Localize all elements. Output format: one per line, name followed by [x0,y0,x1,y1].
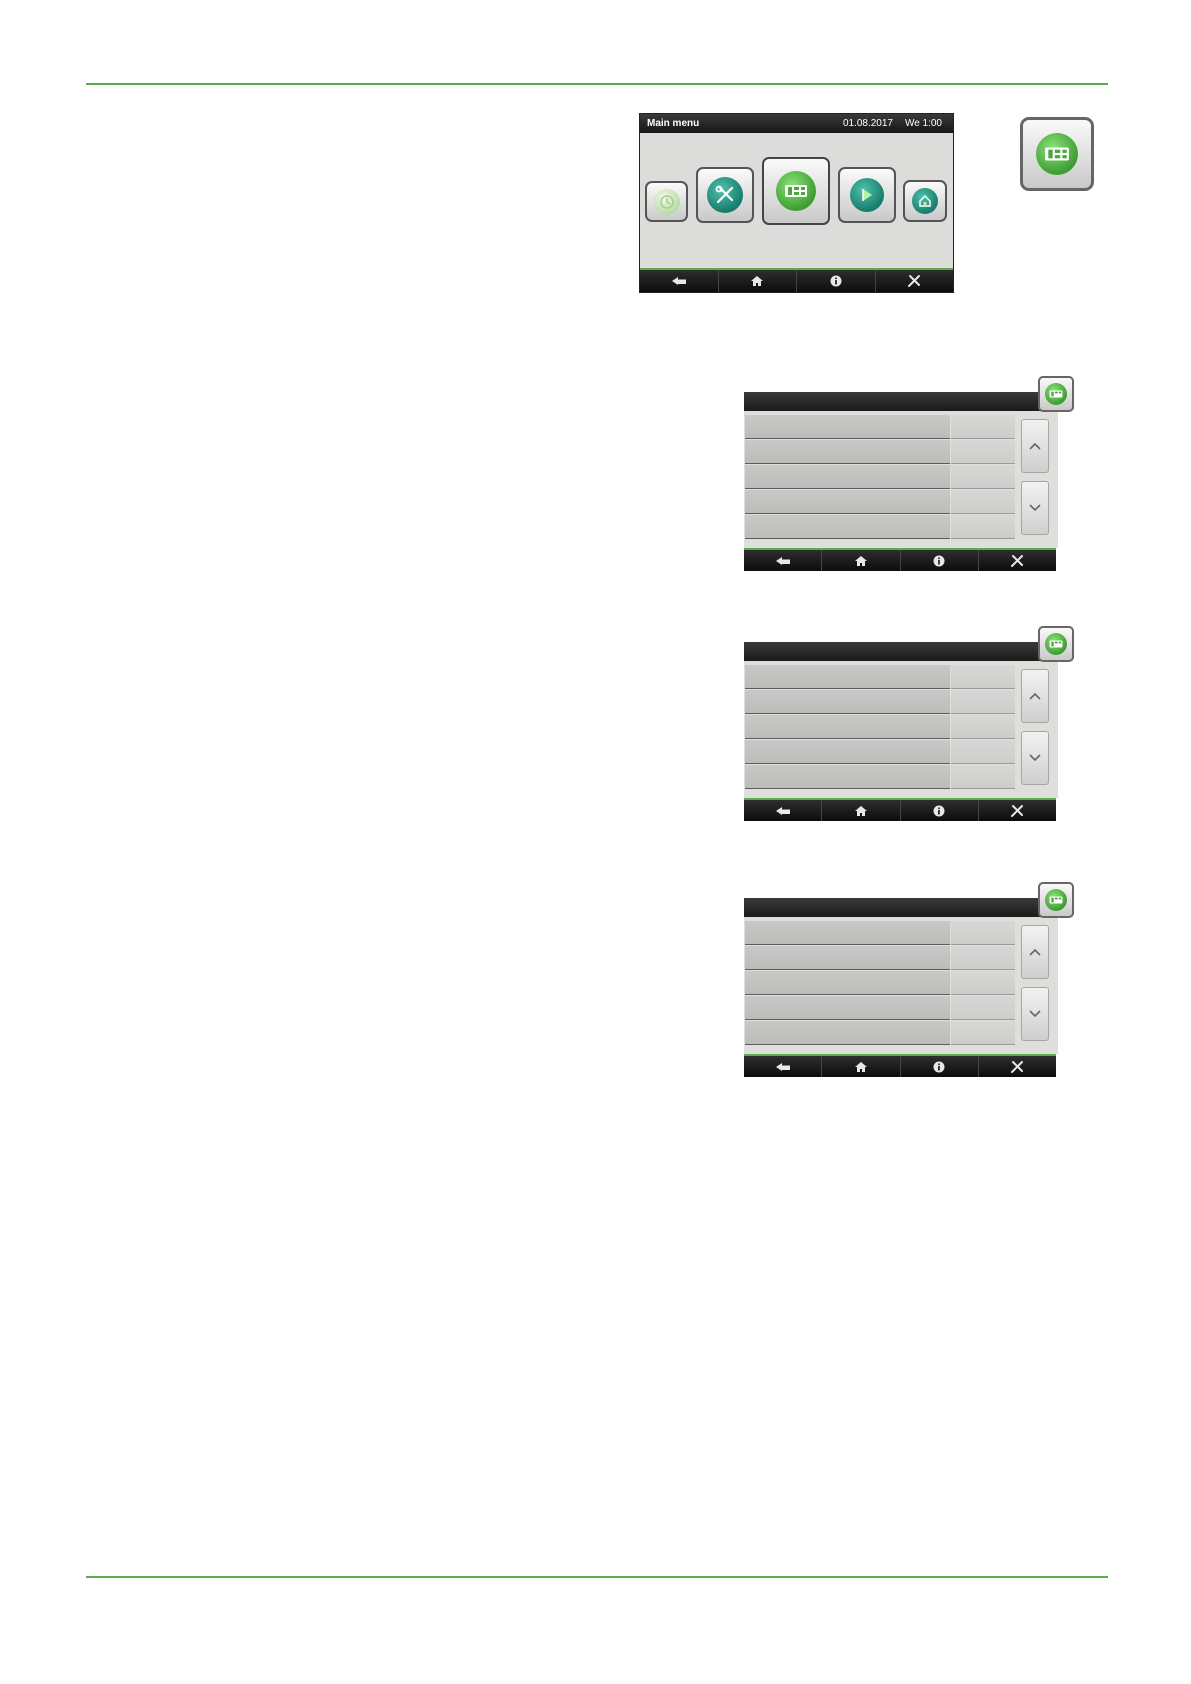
info-button[interactable] [901,550,979,571]
bottom-nav-bar [744,798,1056,821]
tools-button[interactable] [979,1056,1056,1077]
home-button[interactable] [822,1056,901,1077]
heating-module-badge [1038,882,1074,918]
list-item[interactable] [745,740,1015,764]
list-item[interactable] [745,665,1015,689]
top-rule [86,83,1108,85]
list-item[interactable] [745,465,1015,489]
list-header [744,642,1046,661]
heating-module-badge [1038,626,1074,662]
heating-module-list-screen [744,376,1074,572]
list-item[interactable] [745,440,1015,464]
back-button[interactable] [744,1056,823,1077]
chevron-up-icon [1029,692,1041,700]
list-body [744,661,1058,798]
bottom-nav-bar [640,268,953,292]
screen-time: We 1:00 [904,118,942,129]
info-icon [830,275,842,287]
bottom-nav-bar [744,548,1056,571]
list-item[interactable] [745,715,1015,739]
heating-module-icon [1045,383,1067,405]
heating-module-tile[interactable] [762,157,830,225]
list-body [744,917,1058,1054]
wrench-icon [707,177,743,213]
screen-date: 01.08.2017 [842,118,893,129]
home-icon [854,1061,867,1072]
heating-module-list-screen [744,626,1074,822]
scroll-down-button[interactable] [1021,987,1049,1041]
clock-icon [653,188,680,215]
heating-module-icon [1045,633,1067,655]
list-item[interactable] [745,921,1015,945]
heating-module-badge [1038,376,1074,412]
program-tile[interactable] [838,167,896,223]
list-body [744,411,1058,548]
list-header [744,898,1046,917]
list-item[interactable] [745,765,1015,789]
back-button[interactable] [744,800,823,821]
clock-tile[interactable] [645,181,688,222]
heating-module-list-screen [744,882,1074,1078]
main-menu-screen: Main menu 01.08.2017 We 1:00 [639,113,954,293]
info-button[interactable] [797,270,876,292]
tools-button[interactable] [876,270,954,292]
list-item[interactable] [745,1021,1015,1045]
back-button[interactable] [640,270,719,292]
chevron-up-icon [1029,948,1041,956]
scroll-up-button[interactable] [1021,419,1049,473]
tools-button[interactable] [979,550,1056,571]
list-header [744,392,1046,411]
heating-module-icon [1045,889,1067,911]
info-button[interactable] [901,800,979,821]
bottom-nav-bar [744,1054,1056,1077]
list-item[interactable] [745,690,1015,714]
screen-title: Main menu [647,118,700,129]
home-icon [751,276,764,286]
back-arrow-icon [775,556,790,565]
play-icon [850,178,884,212]
screen-header: Main menu 01.08.2017 We 1:00 [640,114,953,133]
home-button[interactable] [822,800,901,821]
home-icon [854,555,867,566]
back-button[interactable] [744,550,823,571]
home-icon [854,805,867,816]
heating-module-large-tile [1020,117,1094,191]
scroll-up-button[interactable] [1021,925,1049,979]
info-icon [933,555,945,566]
heating-module-icon [1036,133,1078,175]
info-button[interactable] [901,1056,979,1077]
bottom-rule [86,1576,1108,1578]
list-item[interactable] [745,515,1015,539]
info-icon [933,1061,945,1072]
home-button[interactable] [719,270,797,292]
scroll-down-button[interactable] [1021,731,1049,785]
house-icon [912,188,938,214]
back-arrow-icon [775,1062,790,1071]
info-icon [933,805,945,816]
chevron-down-icon [1029,754,1041,762]
list-item[interactable] [745,946,1015,970]
scroll-down-button[interactable] [1021,481,1049,535]
home-button[interactable] [822,550,901,571]
back-arrow-icon [671,277,686,285]
list-item[interactable] [745,971,1015,995]
list-item[interactable] [745,415,1015,439]
tools-icon [1011,554,1024,567]
chevron-down-icon [1029,1010,1041,1018]
service-tile[interactable] [696,167,754,223]
heating-module-icon [776,171,816,211]
chevron-down-icon [1029,504,1041,512]
tools-icon [1011,804,1024,817]
tools-button[interactable] [979,800,1056,821]
tools-icon [908,275,921,287]
tools-icon [1011,1060,1024,1073]
chevron-up-icon [1029,442,1041,450]
back-arrow-icon [775,806,790,815]
list-item[interactable] [745,996,1015,1020]
list-item[interactable] [745,490,1015,514]
scroll-up-button[interactable] [1021,669,1049,723]
house-tile[interactable] [903,180,947,222]
